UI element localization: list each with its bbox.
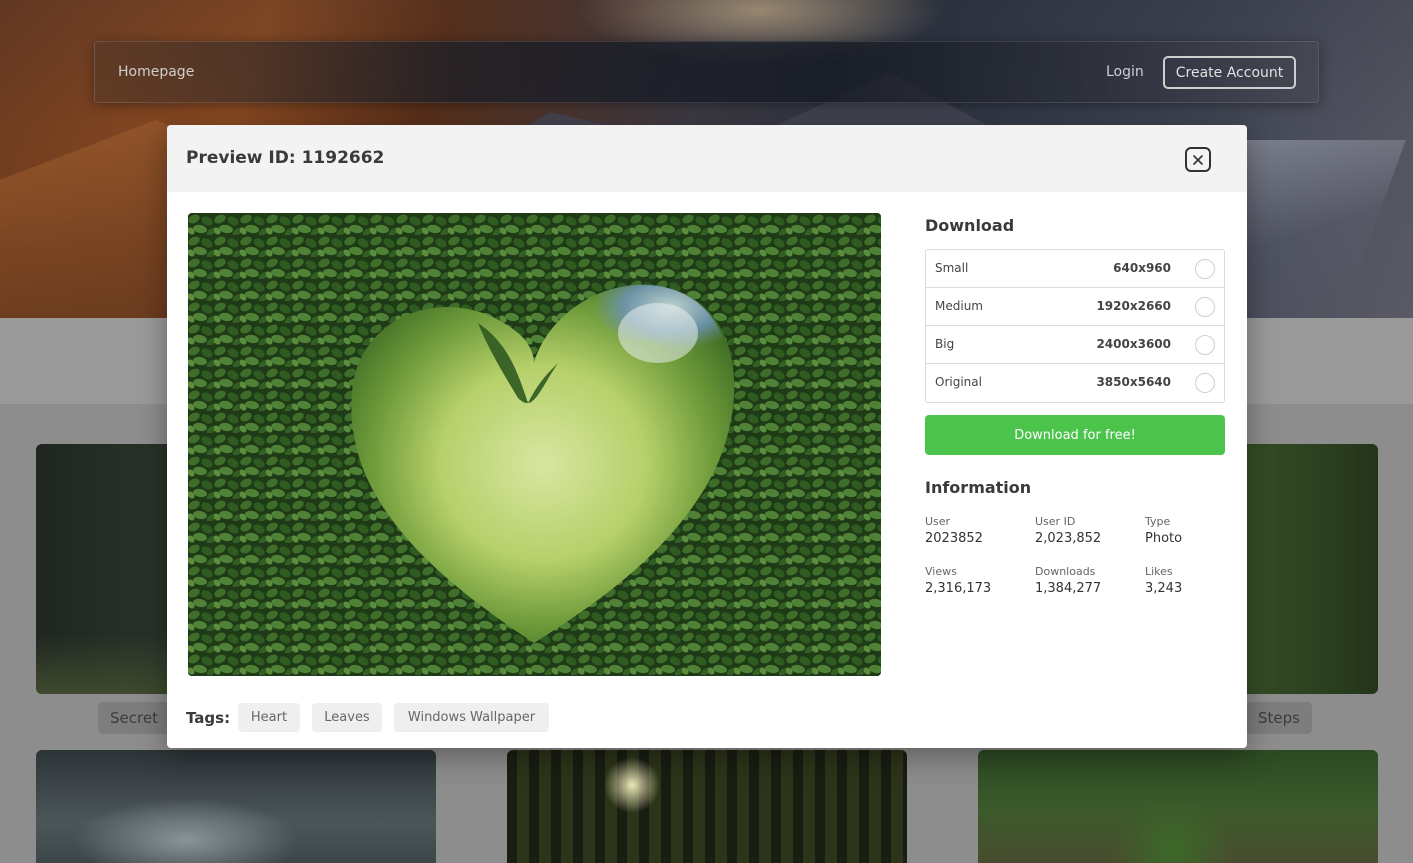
size-dimensions: 1920x2660 [1096,299,1171,313]
size-name: Original [935,375,982,389]
preview-image [188,213,881,676]
modal-title: Preview ID: 1192662 [186,148,385,168]
tag-windows-wallpaper[interactable]: Windows Wallpaper [394,703,549,732]
size-option-big[interactable]: Big 2400x3600 [926,326,1224,364]
info-value: 2,316,173 [925,581,992,596]
info-downloads: Downloads 1,384,277 [1035,565,1145,596]
info-likes: Likes 3,243 [1145,565,1247,596]
info-value: Photo [1145,531,1183,546]
info-value: 2,023,852 [1035,531,1102,546]
info-user: User 2023852 [925,515,1035,546]
info-views: Views 2,316,173 [925,565,1035,596]
info-label: Views [925,565,957,578]
heart-leaves-photo [188,213,881,676]
close-icon [1193,154,1203,165]
size-name: Small [935,261,969,275]
size-option-small[interactable]: Small 640x960 [926,250,1224,288]
info-value: 2023852 [925,531,983,546]
tag-heart[interactable]: Heart [238,703,300,732]
size-name: Big [935,337,955,351]
size-dimensions: 2400x3600 [1096,337,1171,351]
radio-unchecked-icon[interactable] [1195,373,1215,393]
radio-unchecked-icon[interactable] [1195,335,1215,355]
download-button[interactable]: Download for free! [925,415,1225,455]
size-option-medium[interactable]: Medium 1920x2660 [926,288,1224,326]
info-label: Likes [1145,565,1173,578]
tags-label: Tags: [186,709,231,727]
info-label: User [925,515,951,528]
tag-leaves[interactable]: Leaves [312,703,382,732]
preview-modal: Preview ID: 1192662 Download Small 640x9… [167,125,1247,748]
information-heading: Information [925,478,1032,497]
info-user-id: User ID 2,023,852 [1035,515,1145,546]
radio-unchecked-icon[interactable] [1195,259,1215,279]
size-dimensions: 640x960 [1113,261,1171,275]
download-heading: Download [925,216,1015,235]
info-type: Type Photo [1145,515,1247,546]
modal-header: Preview ID: 1192662 [167,125,1247,192]
info-value: 1,384,277 [1035,581,1102,596]
size-options: Small 640x960 Medium 1920x2660 Big 2400x… [925,249,1225,403]
info-label: Downloads [1035,565,1096,578]
radio-unchecked-icon[interactable] [1195,297,1215,317]
info-label: User ID [1035,515,1076,528]
info-label: Type [1145,515,1171,528]
size-name: Medium [935,299,983,313]
close-button[interactable] [1185,147,1211,172]
size-dimensions: 3850x5640 [1096,375,1171,389]
size-option-original[interactable]: Original 3850x5640 [926,364,1224,402]
info-value: 3,243 [1145,581,1183,596]
